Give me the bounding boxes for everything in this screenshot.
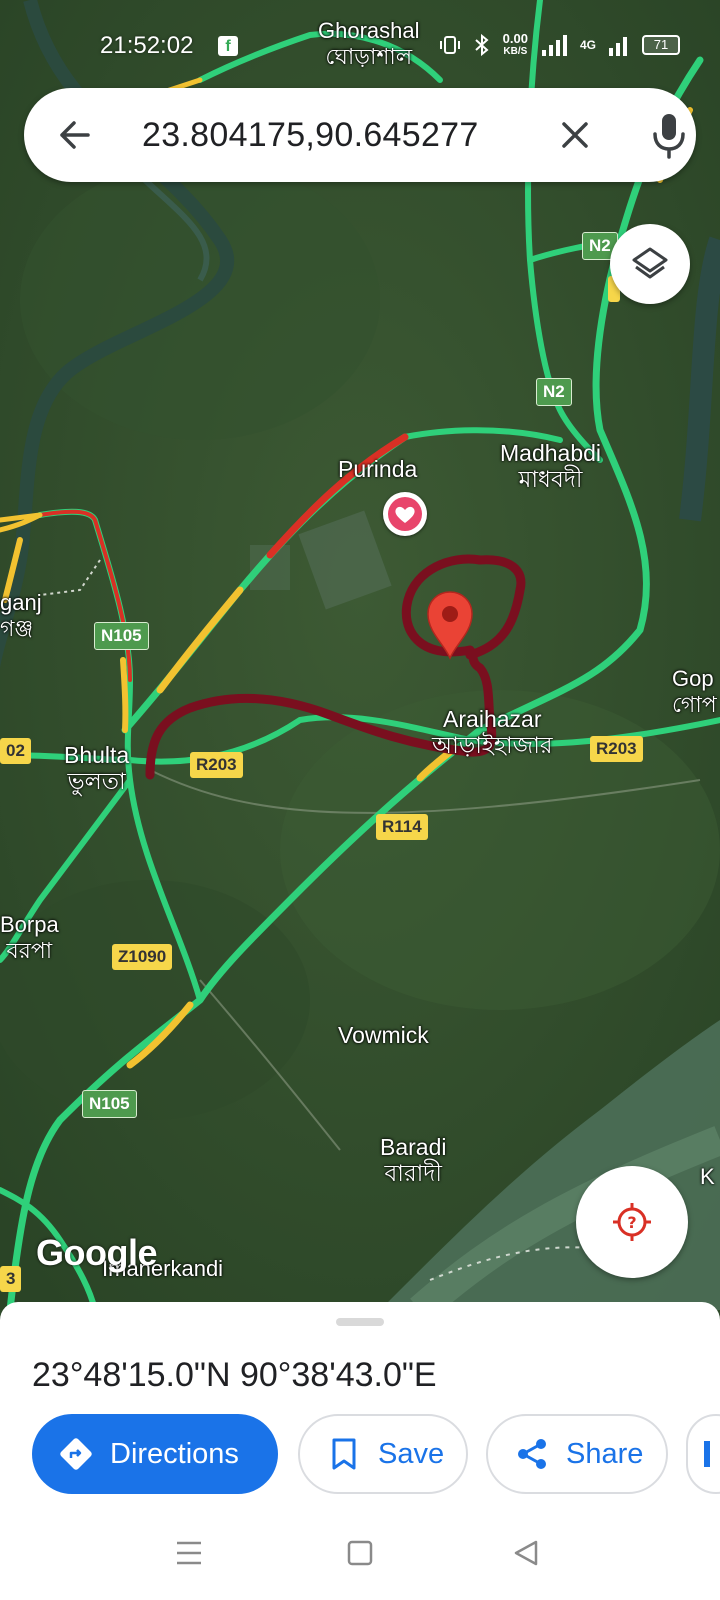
map-label-araihazar: Araihazar আড়াইহাজার — [432, 706, 553, 758]
map-label-gop: Gop গোপ — [672, 666, 717, 718]
label-en: ganj — [0, 590, 42, 615]
label-bn: গোপ — [672, 692, 717, 717]
directions-button[interactable]: Directions — [32, 1414, 278, 1494]
label-en: Borpa — [0, 912, 59, 937]
map-label-purinda: Purinda — [338, 456, 418, 482]
saved-place-marker[interactable] — [383, 492, 427, 536]
close-icon[interactable] — [550, 110, 600, 160]
road-shield-3: 3 — [0, 1266, 22, 1292]
home-icon[interactable] — [346, 1538, 374, 1568]
speed-value: 0.00 — [502, 31, 528, 46]
signal-icon — [541, 35, 567, 56]
label-bn: গঞ্জ — [0, 616, 34, 641]
microphone-icon[interactable] — [644, 108, 694, 162]
bookmark-icon — [324, 1434, 364, 1474]
search-input[interactable]: 23.804175,90.645277 — [142, 116, 479, 155]
vibrate-icon — [439, 36, 460, 54]
location-pin-icon[interactable] — [422, 588, 478, 660]
label-en: Araihazar — [443, 706, 542, 732]
layers-button[interactable] — [610, 224, 690, 304]
directions-icon — [56, 1434, 96, 1474]
map-label-madhabdi: Madhabdi মাধবদী — [500, 440, 601, 492]
my-location-icon: ? — [613, 1203, 651, 1241]
label-bn: বারাদী — [384, 1160, 442, 1186]
map-label-baradi: Baradi বারাদী — [380, 1134, 446, 1186]
system-nav-bar — [0, 1510, 720, 1600]
share-button[interactable]: Share — [486, 1414, 668, 1494]
clock: 21:52:02 — [100, 32, 194, 59]
directions-label: Directions — [110, 1437, 239, 1470]
road-shield-r203: R203 — [190, 752, 243, 778]
map-label-ganj: ganj গঞ্জ — [0, 590, 42, 642]
google-logo: Google — [36, 1232, 158, 1273]
signal-icon — [609, 37, 627, 56]
road-shield-02: 02 — [0, 738, 31, 764]
facebook-notification-icon: f — [218, 36, 238, 56]
layers-icon — [632, 247, 668, 279]
label-bn: বরপা — [6, 938, 53, 963]
battery-indicator: 71 — [642, 35, 680, 55]
bluetooth-icon — [474, 33, 489, 57]
road-shield-r203: R203 — [590, 736, 643, 762]
save-button[interactable]: Save — [298, 1414, 468, 1494]
road-shield-n2: N2 — [536, 378, 572, 406]
map-label-borpa: Borpa বরপা — [0, 912, 59, 964]
label-en: Gop — [672, 666, 714, 691]
place-coordinates: 23°48'15.0"N 90°38'43.0"E — [32, 1356, 437, 1394]
map-label-bhulta: Bhulta ভুলতা — [64, 742, 129, 794]
share-label: Share — [566, 1437, 644, 1470]
label-bn: আড়াইহাজার — [432, 732, 553, 758]
svg-text:?: ? — [627, 1213, 636, 1232]
network-speed: 0.00 KB/S — [503, 32, 528, 58]
arrow-left-icon[interactable] — [50, 110, 100, 160]
label-en: Bhulta — [64, 742, 130, 768]
road-shield-z1090: Z1090 — [112, 944, 173, 970]
save-label: Save — [378, 1437, 445, 1470]
status-icons: 0.00 KB/S 4G 71 — [439, 32, 680, 58]
map-label-vowmick: Vowmick — [338, 1022, 429, 1048]
label-bn: মাধবদী — [518, 466, 583, 492]
road-shield-r114: R114 — [376, 814, 428, 840]
map-label-k: K — [700, 1164, 715, 1189]
road-shield-n105: N105 — [82, 1090, 137, 1118]
label-en: Madhabdi — [500, 440, 602, 466]
more-actions-button[interactable] — [686, 1414, 720, 1494]
my-location-button[interactable]: ? — [576, 1166, 688, 1278]
map-view[interactable]: Ghorashal ঘোড়াশাল Purinda Madhabdi মাধব… — [0, 0, 720, 1310]
label-en: Baradi — [380, 1134, 447, 1160]
network-type: 4G — [579, 38, 596, 52]
heart-icon — [388, 497, 422, 531]
label-bn: ভুলতা — [67, 768, 126, 794]
road-shield-n105: N105 — [94, 622, 149, 650]
drag-handle[interactable] — [336, 1318, 384, 1326]
search-bar[interactable]: 23.804175,90.645277 — [24, 88, 696, 182]
status-bar: 21:52:02 f 0.00 KB/S 4G 71 — [0, 0, 720, 90]
share-icon — [512, 1434, 552, 1474]
speed-unit: KB/S — [503, 46, 528, 57]
bookmark-icon — [704, 1441, 710, 1467]
back-icon[interactable] — [512, 1538, 540, 1568]
menu-icon[interactable] — [175, 1538, 203, 1568]
